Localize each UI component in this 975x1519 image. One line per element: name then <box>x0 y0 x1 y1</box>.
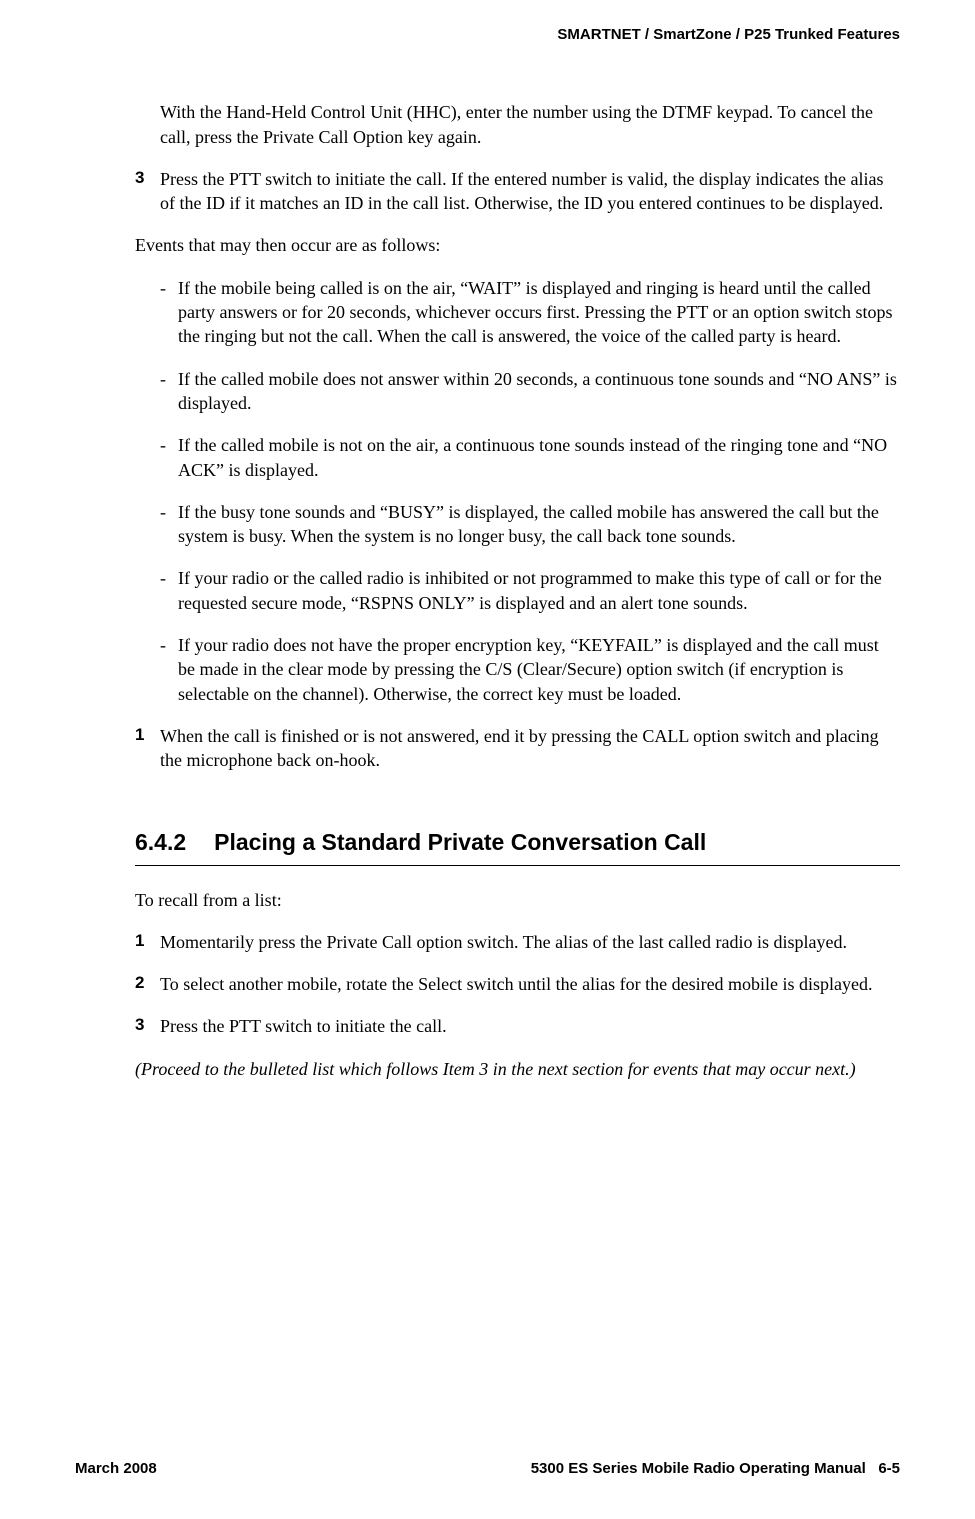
page-footer: March 2008 5300 ES Series Mobile Radio O… <box>75 1459 900 1479</box>
bullet-dash: - <box>160 367 178 416</box>
page-header: SMARTNET / SmartZone / P25 Trunked Featu… <box>75 25 900 45</box>
step-text: To select another mobile, rotate the Sel… <box>160 972 900 996</box>
step-text: Press the PTT switch to initiate the cal… <box>160 167 900 216</box>
step-number: 1 <box>135 930 160 954</box>
step-text: When the call is finished or is not answ… <box>160 724 900 773</box>
events-intro: Events that may then occur are as follow… <box>135 233 900 257</box>
bullet-dash: - <box>160 633 178 706</box>
bullet-item: - If your radio or the called radio is i… <box>160 566 900 615</box>
footer-manual: 5300 ES Series Mobile Radio Operating Ma… <box>531 1460 866 1477</box>
intro-paragraph: With the Hand-Held Control Unit (HHC), e… <box>160 100 900 149</box>
recall-step: 3 Press the PTT switch to initiate the c… <box>135 1014 900 1038</box>
bullet-dash: - <box>160 276 178 349</box>
step-text: Momentarily press the Private Call optio… <box>160 930 900 954</box>
section-rule <box>135 865 900 866</box>
bullet-dash: - <box>160 433 178 482</box>
bullet-item: - If the busy tone sounds and “BUSY” is … <box>160 500 900 549</box>
section-heading: 6.4.2 Placing a Standard Private Conversa… <box>135 827 900 858</box>
section-number: 6.4.2 <box>135 827 186 858</box>
step-number: 3 <box>135 1014 160 1038</box>
step-number: 1 <box>135 724 160 773</box>
bullet-text: If your radio does not have the proper e… <box>178 633 900 706</box>
footer-right: 5300 ES Series Mobile Radio Operating Ma… <box>531 1459 900 1479</box>
section-title: Placing a Standard Private Conversation … <box>214 829 706 855</box>
bullet-text: If the called mobile does not answer wit… <box>178 367 900 416</box>
step-text: Press the PTT switch to initiate the cal… <box>160 1014 900 1038</box>
step-1-finish: 1 When the call is finished or is not an… <box>135 724 900 773</box>
bullet-text: If the mobile being called is on the air… <box>178 276 900 349</box>
bullet-item: - If the called mobile is not on the air… <box>160 433 900 482</box>
bullet-item: - If your radio does not have the proper… <box>160 633 900 706</box>
bullet-item: - If the mobile being called is on the a… <box>160 276 900 349</box>
recall-step: 1 Momentarily press the Private Call opt… <box>135 930 900 954</box>
bullet-text: If the busy tone sounds and “BUSY” is di… <box>178 500 900 549</box>
bullet-dash: - <box>160 500 178 549</box>
bullet-text: If your radio or the called radio is inh… <box>178 566 900 615</box>
footer-date: March 2008 <box>75 1459 157 1479</box>
step-number: 3 <box>135 167 160 216</box>
bullet-item: - If the called mobile does not answer w… <box>160 367 900 416</box>
header-title: SMARTNET / SmartZone / P25 Trunked Featu… <box>557 26 900 43</box>
recall-step: 2 To select another mobile, rotate the S… <box>135 972 900 996</box>
step-3: 3 Press the PTT switch to initiate the c… <box>135 167 900 216</box>
proceed-note: (Proceed to the bulleted list which foll… <box>135 1057 900 1081</box>
page-content: With the Hand-Held Control Unit (HHC), e… <box>135 100 900 1081</box>
recall-intro: To recall from a list: <box>135 888 900 912</box>
footer-page: 6-5 <box>878 1460 900 1477</box>
bullet-dash: - <box>160 566 178 615</box>
step-number: 2 <box>135 972 160 996</box>
bullet-text: If the called mobile is not on the air, … <box>178 433 900 482</box>
